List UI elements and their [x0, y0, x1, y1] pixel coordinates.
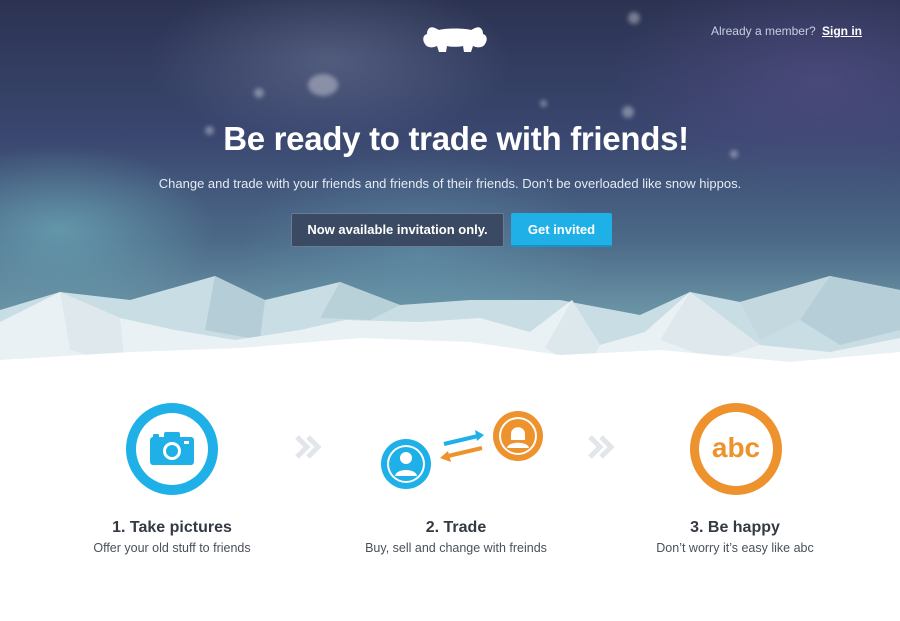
abc-icon: abc	[688, 401, 784, 497]
hippo-logo-icon[interactable]	[421, 22, 489, 54]
hero-title: Be ready to trade with friends!	[223, 120, 689, 157]
step-title-be-happy: 3. Be happy	[690, 519, 780, 536]
step-title-take-pictures: 1. Take pictures	[112, 519, 232, 536]
step-desc-be-happy: Don’t worry it’s easy like abc	[656, 541, 814, 555]
snow-mountains	[0, 276, 900, 400]
signin-prompt: Already a member? Sign in	[711, 24, 862, 38]
step-desc-take-pictures: Offer your old stuff to friends	[93, 541, 251, 555]
step-desc-trade: Buy, sell and change with freinds	[365, 541, 547, 555]
abc-badge-text: abc	[711, 432, 761, 463]
next-step-arrow-icon	[295, 435, 322, 459]
get-invited-button[interactable]: Get invited	[511, 213, 612, 247]
step-title-trade: 2. Trade	[425, 519, 487, 536]
trade-icon	[381, 411, 543, 489]
next-step-arrow-icon	[588, 435, 615, 459]
invitation-only-notice: Now available invitation only.	[291, 213, 504, 247]
mountain-shade	[205, 276, 265, 340]
signin-link[interactable]: Sign in	[822, 24, 862, 38]
hero-subtitle: Change and trade with your friends and f…	[158, 176, 742, 191]
member-prompt-text: Already a member?	[710, 24, 816, 38]
camera-icon	[126, 403, 218, 495]
